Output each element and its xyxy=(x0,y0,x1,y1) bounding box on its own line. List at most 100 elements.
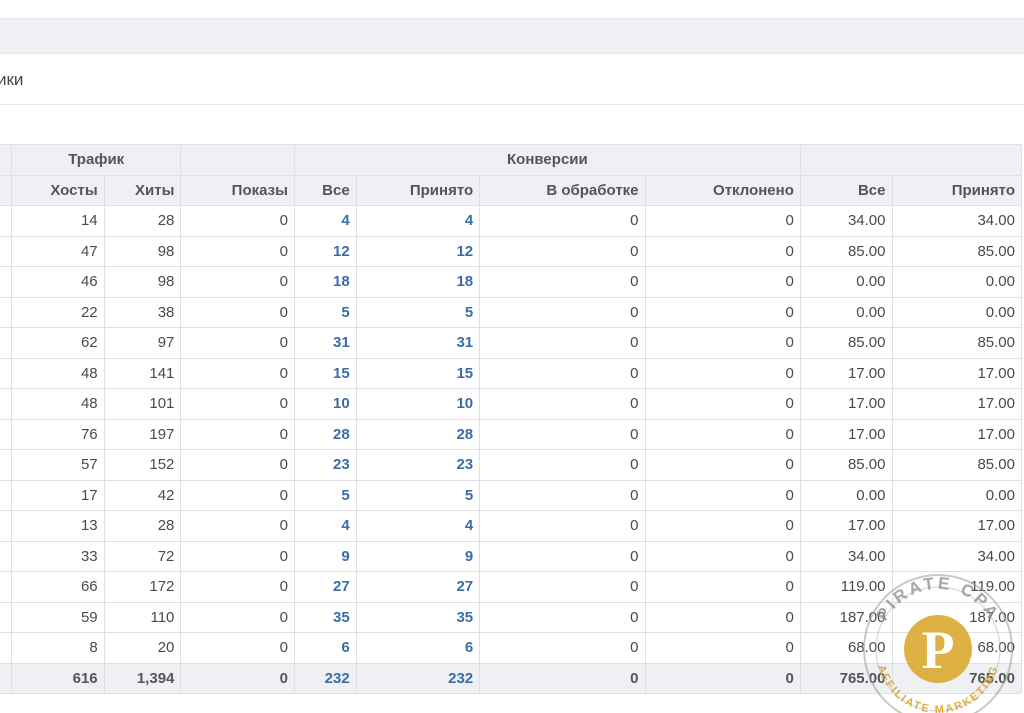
cell-impressions: 0 xyxy=(180,479,295,511)
cell-conv-pending: 0 xyxy=(479,662,646,694)
cell-conv-all[interactable]: 35 xyxy=(293,601,357,633)
column-header-pay-all[interactable]: Все xyxy=(799,174,893,206)
header-group-row: Трафик Конверсии xyxy=(0,144,1023,176)
cell-conv-all[interactable]: 4 xyxy=(293,510,357,542)
table-row: 62 97 0 31 31 0 0 85.00 85.00 xyxy=(0,327,1022,359)
row-stub-cell xyxy=(0,601,12,633)
cell-conv-accepted[interactable]: 4 xyxy=(355,205,481,237)
cell-conv-accepted[interactable]: 12 xyxy=(355,235,481,267)
cell-pay-accepted: 17.00 xyxy=(891,510,1022,542)
cell-conv-pending: 0 xyxy=(479,601,646,633)
header-stub xyxy=(0,144,12,176)
cell-hosts: 46 xyxy=(11,266,105,298)
cell-pay-all: 0.00 xyxy=(799,479,893,511)
cell-conv-accepted[interactable]: 28 xyxy=(355,418,481,450)
cell-hits: 101 xyxy=(103,388,182,420)
cell-conv-all[interactable]: 28 xyxy=(293,418,357,450)
cell-conv-accepted[interactable]: 5 xyxy=(355,296,481,328)
header-impressions-top xyxy=(180,144,295,176)
cell-hosts: 616 xyxy=(11,662,105,694)
cell-pay-all: 17.00 xyxy=(799,388,893,420)
cell-conv-all[interactable]: 23 xyxy=(293,449,357,481)
cell-conv-accepted[interactable]: 27 xyxy=(355,571,481,603)
row-stub-cell xyxy=(0,327,12,359)
column-header-hosts[interactable]: Хосты xyxy=(11,174,105,206)
cell-conv-accepted[interactable]: 35 xyxy=(355,601,481,633)
table-row: 13 28 0 4 4 0 0 17.00 17.00 xyxy=(0,510,1022,542)
cell-conv-accepted[interactable]: 18 xyxy=(355,266,481,298)
cell-hosts: 76 xyxy=(11,418,105,450)
cell-hits: 172 xyxy=(103,571,182,603)
cell-conv-rejected: 0 xyxy=(644,510,801,542)
cell-pay-accepted: 765.00 xyxy=(891,662,1022,694)
stats-table: Трафик Конверсии Хосты Хиты Показы Все П… xyxy=(0,144,1023,694)
cell-conv-pending: 0 xyxy=(479,266,646,298)
cell-conv-all[interactable]: 232 xyxy=(293,662,357,694)
table-row: 8 20 0 6 6 0 0 68.00 68.00 xyxy=(0,632,1022,664)
column-header-pay-accepted[interactable]: Принято xyxy=(891,174,1022,206)
cell-conv-all[interactable]: 18 xyxy=(293,266,357,298)
table-row: 22 38 0 5 5 0 0 0.00 0.00 xyxy=(0,296,1022,328)
column-header-conv-accepted[interactable]: Принято xyxy=(355,174,481,206)
cell-conv-rejected: 0 xyxy=(644,388,801,420)
column-header-conv-all[interactable]: Все xyxy=(293,174,357,206)
cell-hits: 72 xyxy=(103,540,182,572)
cell-impressions: 0 xyxy=(180,205,295,237)
column-header-conv-rejected[interactable]: Отклонено xyxy=(644,174,801,206)
cell-pay-accepted: 85.00 xyxy=(891,449,1022,481)
cell-conv-all[interactable]: 5 xyxy=(293,479,357,511)
cell-impressions: 0 xyxy=(180,662,295,694)
cell-conv-pending: 0 xyxy=(479,388,646,420)
cell-conv-accepted[interactable]: 10 xyxy=(355,388,481,420)
table-row: 14 28 0 4 4 0 0 34.00 34.00 xyxy=(0,205,1022,237)
row-stub-cell xyxy=(0,388,12,420)
cell-pay-accepted: 34.00 xyxy=(891,540,1022,572)
row-stub-cell xyxy=(0,540,12,572)
cell-conv-all[interactable]: 5 xyxy=(293,296,357,328)
cell-impressions: 0 xyxy=(180,418,295,450)
cell-conv-all[interactable]: 27 xyxy=(293,571,357,603)
cell-conv-all[interactable]: 6 xyxy=(293,632,357,664)
cell-pay-all: 765.00 xyxy=(799,662,893,694)
cell-conv-accepted[interactable]: 15 xyxy=(355,357,481,389)
cell-conv-pending: 0 xyxy=(479,357,646,389)
row-stub-cell xyxy=(0,296,12,328)
cell-conv-all[interactable]: 12 xyxy=(293,235,357,267)
cell-pay-all: 17.00 xyxy=(799,357,893,389)
section-title: ики xyxy=(0,70,24,89)
cell-conv-all[interactable]: 15 xyxy=(293,357,357,389)
cell-conv-accepted[interactable]: 6 xyxy=(355,632,481,664)
cell-conv-rejected: 0 xyxy=(644,662,801,694)
cell-hosts: 13 xyxy=(11,510,105,542)
column-header-impressions[interactable]: Показы xyxy=(180,174,295,206)
cell-conv-accepted[interactable]: 5 xyxy=(355,479,481,511)
cell-conv-accepted[interactable]: 4 xyxy=(355,510,481,542)
cell-pay-all: 34.00 xyxy=(799,205,893,237)
cell-conv-rejected: 0 xyxy=(644,205,801,237)
row-stub-cell xyxy=(0,266,12,298)
section-title-bar: ики xyxy=(0,54,1024,105)
cell-conv-pending: 0 xyxy=(479,632,646,664)
cell-conv-accepted[interactable]: 23 xyxy=(355,449,481,481)
cell-conv-all[interactable]: 4 xyxy=(293,205,357,237)
column-header-hits[interactable]: Хиты xyxy=(103,174,182,206)
table-row: 48 141 0 15 15 0 0 17.00 17.00 xyxy=(0,357,1022,389)
cell-hosts: 8 xyxy=(11,632,105,664)
cell-conv-all[interactable]: 10 xyxy=(293,388,357,420)
cell-conv-accepted[interactable]: 9 xyxy=(355,540,481,572)
column-header-conv-pending[interactable]: В обработке xyxy=(479,174,646,206)
cell-hosts: 14 xyxy=(11,205,105,237)
cell-conv-all[interactable]: 9 xyxy=(293,540,357,572)
cell-impressions: 0 xyxy=(180,510,295,542)
cell-hits: 1,394 xyxy=(103,662,182,694)
cell-conv-rejected: 0 xyxy=(644,571,801,603)
row-stub-cell xyxy=(0,479,12,511)
cell-hits: 42 xyxy=(103,479,182,511)
cell-hits: 28 xyxy=(103,510,182,542)
cell-conv-accepted[interactable]: 232 xyxy=(355,662,481,694)
cell-impressions: 0 xyxy=(180,296,295,328)
cell-conv-accepted[interactable]: 31 xyxy=(355,327,481,359)
cell-conv-all[interactable]: 31 xyxy=(293,327,357,359)
cell-hits: 38 xyxy=(103,296,182,328)
row-stub-cell xyxy=(0,571,12,603)
